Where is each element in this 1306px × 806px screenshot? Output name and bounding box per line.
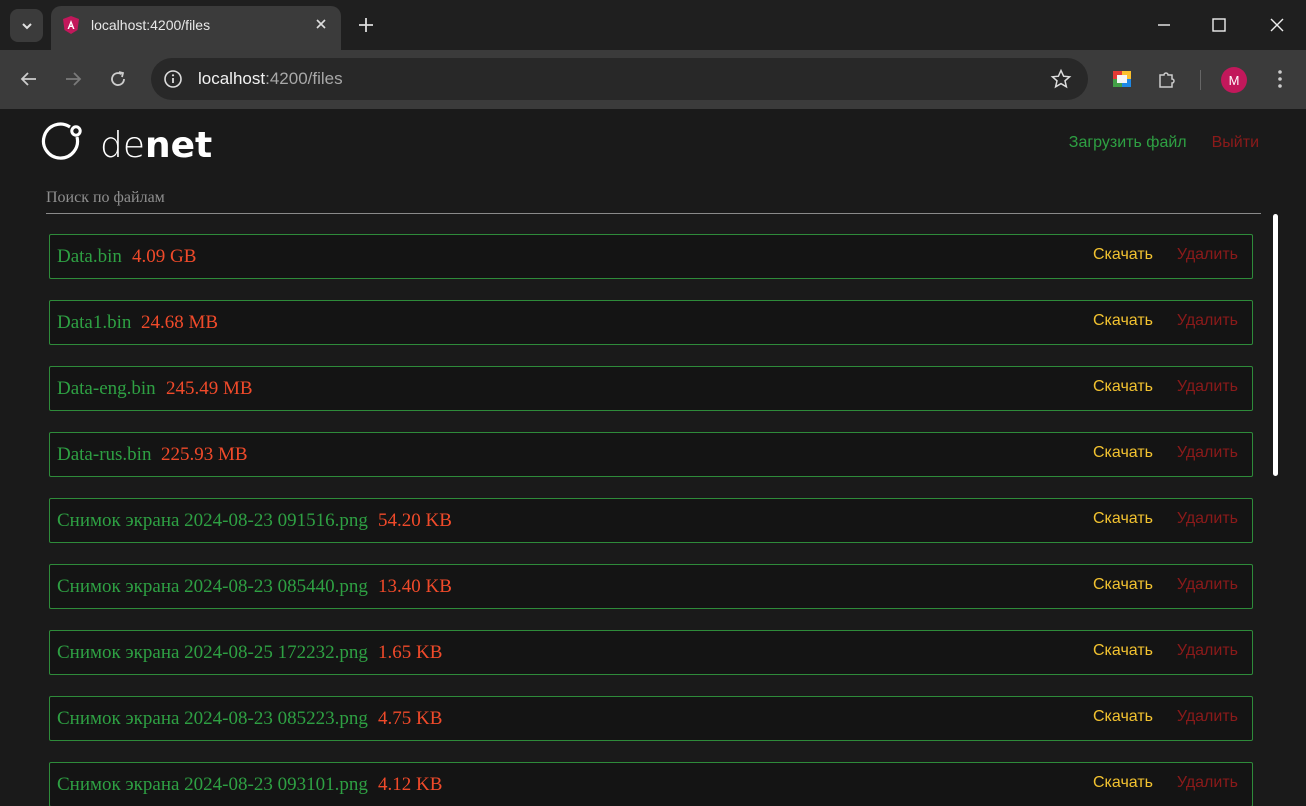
site-info-icon[interactable]: [162, 68, 184, 90]
minimize-icon[interactable]: [1152, 13, 1176, 37]
download-button[interactable]: Скачать: [1093, 708, 1153, 726]
url-path: :4200/files: [265, 69, 343, 88]
browser-tab-bar: localhost:4200/files: [0, 0, 1306, 50]
file-name: Data.bin: [57, 246, 122, 267]
color-extension-icon[interactable]: [1111, 68, 1133, 90]
delete-button[interactable]: Удалить: [1177, 510, 1238, 528]
back-arrow-icon[interactable]: [18, 68, 40, 90]
download-button[interactable]: Скачать: [1093, 774, 1153, 792]
file-name: Снимок экрана 2024-08-23 085440.png: [57, 576, 368, 597]
file-size: 4.09 GB: [132, 246, 197, 267]
chevron-down-icon: [21, 22, 32, 29]
svg-text:denet: denet: [100, 125, 212, 166]
file-row: Снимок экрана 2024-08-23 091516.png 54.20…: [49, 498, 1253, 543]
file-name: Data1.bin: [57, 312, 132, 333]
download-button[interactable]: Скачать: [1093, 312, 1153, 330]
file-list: Data.bin 4.09 GB Скачать Удалить Data1.bin 24…: [49, 234, 1253, 806]
browser-toolbar: localhost:4200/files M: [0, 50, 1306, 109]
download-button[interactable]: Скачать: [1093, 642, 1153, 660]
tab-search-button[interactable]: [10, 9, 43, 42]
angular-favicon-icon: [63, 16, 79, 34]
file-name: Data-rus.bin: [57, 444, 152, 465]
file-search-input[interactable]: [46, 183, 1261, 214]
delete-button[interactable]: Удалить: [1177, 312, 1238, 330]
url-host: localhost: [198, 69, 266, 88]
scrollbar-thumb[interactable]: [1273, 214, 1278, 476]
file-name: Снимок экрана 2024-08-23 085223.png: [57, 708, 368, 729]
file-size: 4.12 KB: [378, 774, 443, 795]
address-bar[interactable]: localhost:4200/files: [151, 58, 1088, 100]
more-menu-icon[interactable]: [1270, 68, 1290, 90]
bookmark-star-icon[interactable]: [1050, 68, 1072, 90]
upload-file-link[interactable]: Загрузить файл: [1069, 134, 1187, 152]
file-size: 225.93 MB: [161, 444, 248, 465]
file-row: Снимок экрана 2024-08-23 085223.png 4.75 …: [49, 696, 1253, 741]
file-row: Снимок экрана 2024-08-23 085440.png 13.40…: [49, 564, 1253, 609]
delete-button[interactable]: Удалить: [1177, 642, 1238, 660]
maximize-icon[interactable]: [1207, 13, 1231, 37]
file-row: Снимок экрана 2024-08-23 093101.png 4.12 …: [49, 762, 1253, 806]
delete-button[interactable]: Удалить: [1177, 708, 1238, 726]
extensions-puzzle-icon[interactable]: [1156, 68, 1178, 90]
profile-avatar[interactable]: M: [1221, 67, 1247, 93]
download-button[interactable]: Скачать: [1093, 444, 1153, 462]
delete-button[interactable]: Удалить: [1177, 246, 1238, 264]
file-row: Data.bin 4.09 GB Скачать Удалить: [49, 234, 1253, 279]
file-size: 4.75 KB: [378, 708, 443, 729]
file-name: Снимок экрана 2024-08-23 093101.png: [57, 774, 368, 795]
reload-icon[interactable]: [107, 68, 129, 90]
url-text: localhost:4200/files: [198, 69, 343, 89]
close-window-icon[interactable]: [1265, 13, 1289, 37]
tab-title: localhost:4200/files: [91, 17, 211, 33]
files-page: denet Загрузить файл Выйти Data.bin 4.09 …: [0, 109, 1306, 806]
delete-button[interactable]: Удалить: [1177, 774, 1238, 792]
browser-tab[interactable]: localhost:4200/files: [51, 6, 341, 50]
file-size: 24.68 MB: [141, 312, 219, 333]
file-size: 13.40 KB: [378, 576, 452, 597]
file-size: 245.49 MB: [166, 378, 253, 399]
close-tab-icon[interactable]: [313, 16, 329, 32]
file-row: Data-rus.bin 225.93 MB Скачать Удалить: [49, 432, 1253, 477]
delete-button[interactable]: Удалить: [1177, 576, 1238, 594]
delete-button[interactable]: Удалить: [1177, 444, 1238, 462]
forward-arrow-icon[interactable]: [62, 68, 84, 90]
file-row: Data1.bin 24.68 MB Скачать Удалить: [49, 300, 1253, 345]
denet-logo[interactable]: denet: [40, 121, 240, 167]
file-name: Data-eng.bin: [57, 378, 156, 399]
file-row: Снимок экрана 2024-08-25 172232.png 1.65 …: [49, 630, 1253, 675]
file-row: Data-eng.bin 245.49 MB Скачать Удалить: [49, 366, 1253, 411]
file-size: 1.65 KB: [378, 642, 443, 663]
file-name: Снимок экрана 2024-08-23 091516.png: [57, 510, 368, 531]
logout-link[interactable]: Выйти: [1212, 134, 1259, 152]
download-button[interactable]: Скачать: [1093, 246, 1153, 264]
toolbar-divider: [1200, 70, 1201, 90]
download-button[interactable]: Скачать: [1093, 576, 1153, 594]
delete-button[interactable]: Удалить: [1177, 378, 1238, 396]
file-size: 54.20 KB: [378, 510, 452, 531]
file-name: Снимок экрана 2024-08-25 172232.png: [57, 642, 368, 663]
download-button[interactable]: Скачать: [1093, 378, 1153, 396]
download-button[interactable]: Скачать: [1093, 510, 1153, 528]
new-tab-icon[interactable]: [356, 15, 376, 35]
header-links: Загрузить файл Выйти: [1069, 134, 1259, 152]
